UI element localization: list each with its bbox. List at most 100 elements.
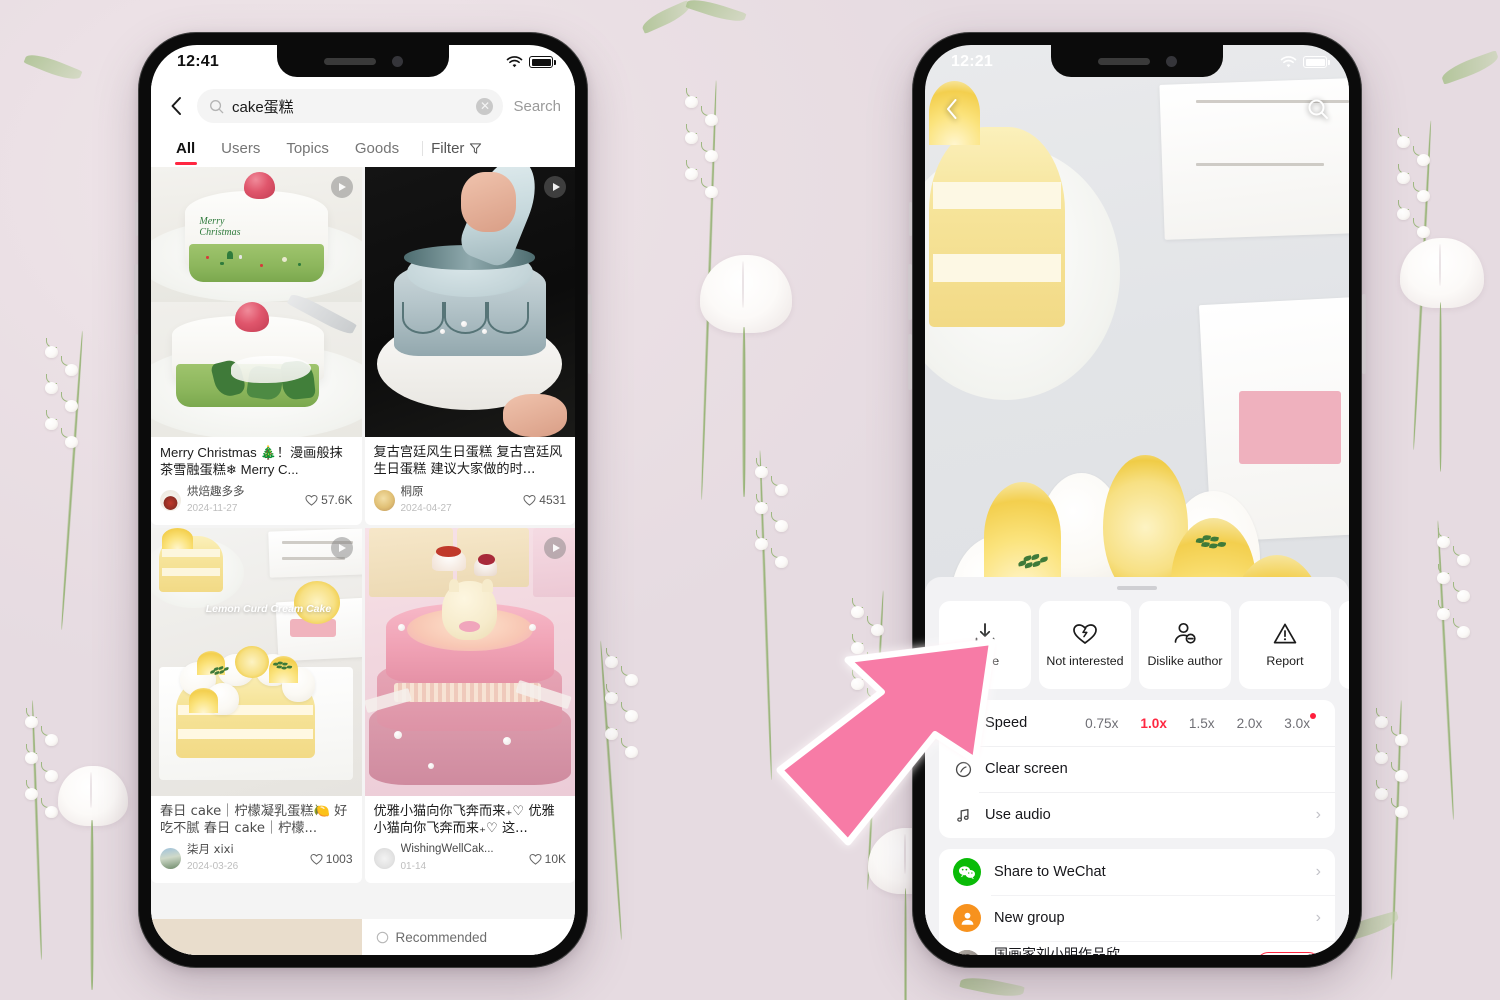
card-media-lemon-cake[interactable]: Lemon Curd Cream Cake (151, 527, 362, 796)
filter-button[interactable]: Filter (431, 140, 482, 157)
next-card-media-preview[interactable] (151, 919, 362, 955)
front-camera (391, 55, 403, 67)
phone-volume-down[interactable] (134, 334, 138, 390)
avatar[interactable] (373, 489, 395, 511)
share-row-new-group[interactable]: New group › (939, 895, 1335, 941)
lily-bell (755, 502, 768, 514)
video-play-icon[interactable] (330, 536, 353, 559)
menu-row-use-audio[interactable]: Use audio › (939, 792, 1335, 838)
card-media-pink-kitty-cake[interactable] (364, 527, 575, 796)
filter-label: Filter (431, 139, 465, 157)
like-value: 10K (544, 851, 566, 866)
lily-bell (685, 168, 698, 180)
share-action-sheet[interactable]: Save Not interested Dislike author Repor… (925, 577, 1349, 955)
left-phone-screen: 12:41 cake蛋糕 ✕ Search All Users Topics G… (151, 45, 575, 955)
menu-row-speed[interactable]: Speed 0.75x 1.0x 1.5x 2.0x 3.0x (939, 700, 1335, 746)
recommended-circle-icon (376, 931, 388, 943)
back-chevron-icon[interactable] (163, 91, 189, 121)
video-play-icon[interactable] (544, 176, 566, 198)
video-top-nav (925, 85, 1349, 137)
lily-bell (685, 132, 698, 144)
card-author[interactable]: 桐原 (401, 485, 518, 498)
result-card[interactable]: 优雅小猫向你飞奔而来₊♡ 优雅小猫向你飞奔而来₊♡ 这... WishingWe… (364, 527, 575, 884)
playback-menu-block: Speed 0.75x 1.0x 1.5x 2.0x 3.0x Clear sc… (939, 700, 1335, 838)
result-card[interactable]: 复古宫廷风生日蛋糕 复古宫廷风生日蛋糕 建议大家做的时... 桐原 2024-0… (364, 167, 576, 525)
card-date: 2024-03-26 (187, 861, 239, 873)
share-row-wechat[interactable]: Share to WeChat › (939, 849, 1335, 895)
quick-action-label: Not interested (1046, 654, 1124, 669)
lily-bell (45, 346, 58, 358)
lily-bell (755, 538, 768, 550)
card-author[interactable]: 柒月 xixi (187, 843, 304, 856)
card-meta: 桐原 2024-04-27 4531 (365, 481, 576, 525)
heart-icon (529, 853, 542, 865)
share-row-contact[interactable]: 国画家刘小明作品欣赏 Share (939, 941, 1335, 955)
phone-mute-switch[interactable] (135, 202, 138, 236)
tulip-flower (1400, 238, 1484, 308)
lily-bell (625, 674, 638, 686)
like-count[interactable]: 1003 (310, 852, 353, 866)
avatar[interactable] (160, 489, 181, 511)
quick-action-save[interactable]: Save (939, 601, 1031, 689)
quick-action-overflow[interactable] (1339, 601, 1349, 689)
lily-bell (1397, 172, 1410, 184)
quick-action-report[interactable]: Report (1239, 601, 1331, 689)
avatar[interactable] (373, 848, 395, 870)
card-media-matcha-cake[interactable]: Merry Christmas (151, 167, 362, 437)
avatar[interactable] (160, 848, 181, 870)
search-button[interactable]: Search (511, 98, 561, 115)
clear-circle-icon[interactable]: ✕ (476, 97, 494, 115)
tulip-stem (742, 327, 746, 497)
quick-action-dislike-author[interactable]: Dislike author (1139, 601, 1231, 689)
back-chevron-icon[interactable] (945, 98, 958, 125)
chevron-right-icon: › (1315, 863, 1321, 880)
lily-bell (755, 466, 768, 478)
lily-bell (1375, 788, 1388, 800)
speed-option-075[interactable]: 0.75x (1074, 716, 1129, 731)
like-count[interactable]: 10K (529, 852, 566, 866)
speed-gauge-icon (953, 714, 973, 733)
search-input[interactable]: cake蛋糕 ✕ (197, 89, 504, 123)
speed-option-10[interactable]: 1.0x (1129, 716, 1177, 731)
earpiece-speaker (1097, 57, 1150, 65)
phone-volume-up[interactable] (908, 264, 912, 320)
tab-users[interactable]: Users (208, 129, 273, 167)
lily-bell (625, 710, 638, 722)
tab-goods[interactable]: Goods (342, 129, 412, 167)
speed-option-30[interactable]: 3.0x (1273, 712, 1321, 731)
menu-row-clear-screen[interactable]: Clear screen (939, 746, 1335, 792)
phone-power-button[interactable] (1362, 294, 1366, 374)
left-phone-frame: 12:41 cake蛋糕 ✕ Search All Users Topics G… (134, 32, 592, 968)
person-block-icon (1174, 623, 1196, 644)
search-icon[interactable] (1307, 98, 1329, 125)
quick-action-not-interested[interactable]: Not interested (1039, 601, 1131, 689)
lily-bell (685, 96, 698, 108)
result-card[interactable]: Merry Christmas Merry Christmas 🎄！漫画般抹茶雪… (151, 167, 362, 525)
result-card[interactable]: Lemon Curd Cream Cake 春日 cake｜柠檬凝乳蛋糕🍋 好吃… (151, 527, 362, 884)
lily-bell (1395, 734, 1408, 746)
tab-topics[interactable]: Topics (273, 129, 342, 167)
quick-actions-row[interactable]: Save Not interested Dislike author Repor… (925, 590, 1349, 689)
lily-bell (1457, 590, 1470, 602)
recommended-item[interactable]: Recommended (362, 930, 576, 945)
phone-volume-down[interactable] (908, 334, 912, 390)
clear-screen-icon (953, 760, 973, 779)
like-count[interactable]: 57.6K (305, 493, 353, 507)
card-author[interactable]: 烘焙趣多多 (187, 485, 299, 498)
chevron-right-icon: › (1315, 909, 1321, 926)
like-count[interactable]: 4531 (523, 493, 566, 507)
search-results-feed[interactable]: Merry Christmas Merry Christmas 🎄！漫画般抹茶雪… (151, 167, 575, 955)
video-play-icon[interactable] (330, 176, 353, 198)
speed-option-15[interactable]: 1.5x (1178, 716, 1226, 731)
tab-all[interactable]: All (163, 129, 208, 167)
lily-bell (1417, 226, 1430, 238)
speed-options[interactable]: 0.75x 1.0x 1.5x 2.0x 3.0x (1074, 712, 1321, 731)
card-media-vintage-cake[interactable] (364, 167, 575, 437)
card-author[interactable]: WishingWellCak... (401, 843, 523, 856)
video-play-icon[interactable] (544, 536, 566, 559)
phone-power-button[interactable] (588, 294, 592, 374)
phone-mute-switch[interactable] (909, 202, 912, 236)
phone-volume-up[interactable] (134, 264, 138, 320)
share-button[interactable]: Share (1256, 951, 1321, 955)
speed-option-20[interactable]: 2.0x (1226, 716, 1274, 731)
